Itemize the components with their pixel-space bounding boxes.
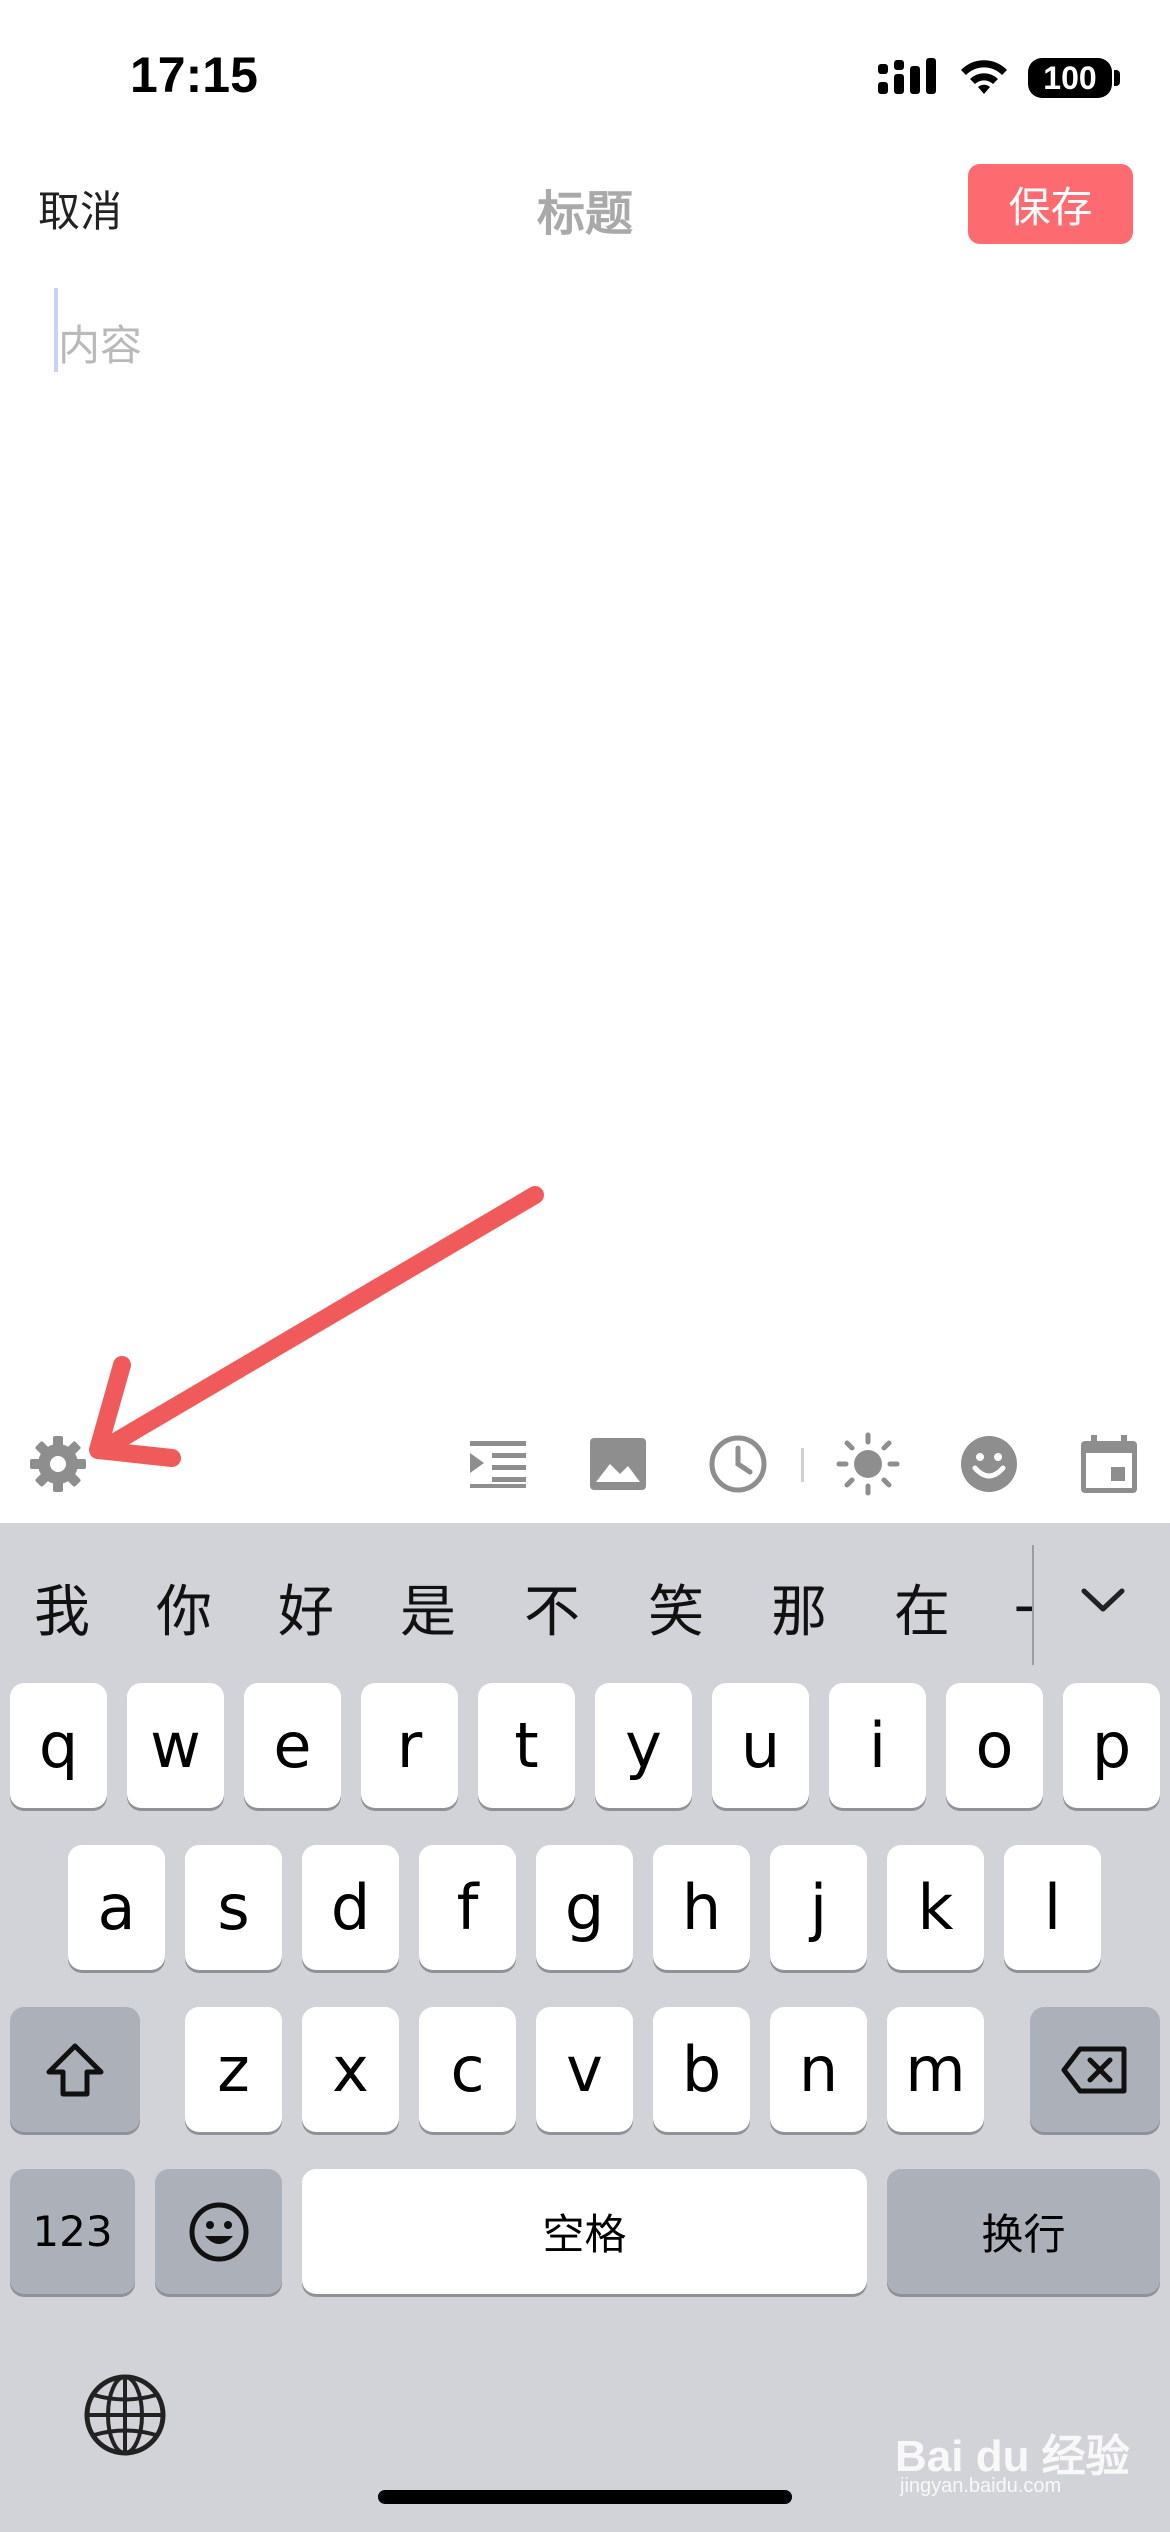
- cellular-signal-icon: [878, 58, 936, 94]
- insert-image-button[interactable]: [586, 1432, 650, 1496]
- key-e[interactable]: e: [244, 1683, 341, 1808]
- key-l[interactable]: l: [1004, 1845, 1101, 1970]
- wifi-icon: [961, 60, 1007, 94]
- status-icons: 100: [878, 52, 1120, 104]
- candidate-divider: [1032, 1545, 1034, 1665]
- key-x[interactable]: x: [302, 2007, 399, 2132]
- key-u[interactable]: u: [712, 1683, 809, 1808]
- key-d[interactable]: d: [302, 1845, 399, 1970]
- candidate-item[interactable]: 不: [524, 1567, 580, 1648]
- battery-level: 100: [1043, 59, 1097, 96]
- key-k[interactable]: k: [887, 1845, 984, 1970]
- key-t[interactable]: t: [478, 1683, 575, 1808]
- shift-arrow-icon: [46, 2043, 104, 2096]
- candidate-item[interactable]: 你: [156, 1567, 212, 1648]
- key-q[interactable]: q: [10, 1683, 107, 1808]
- candidate-item[interactable]: 笑: [648, 1567, 704, 1648]
- battery-indicator: 100: [1028, 58, 1112, 98]
- candidate-item[interactable]: 我: [34, 1567, 90, 1648]
- sun-icon: [836, 1432, 900, 1496]
- key-z[interactable]: z: [185, 2007, 282, 2132]
- insert-time-button[interactable]: [706, 1432, 770, 1496]
- key-s[interactable]: s: [185, 1845, 282, 1970]
- status-bar: 17:15 100: [0, 0, 1170, 150]
- globe-icon[interactable]: [80, 2370, 170, 2460]
- calendar-button[interactable]: [1077, 1432, 1141, 1496]
- indent-icon: [470, 1441, 526, 1488]
- calendar-icon: [1081, 1435, 1137, 1493]
- key-j[interactable]: j: [770, 1845, 867, 1970]
- mood-button[interactable]: [957, 1432, 1021, 1496]
- editor-toolbar: [0, 1418, 1170, 1508]
- key-b[interactable]: b: [653, 2007, 750, 2132]
- keyboard: 我 你 好 是 不 笑 那 在 一 q w e r t y u i o p a …: [0, 1523, 1170, 2532]
- key-p[interactable]: p: [1063, 1683, 1160, 1808]
- candidate-item[interactable]: 一: [1014, 1567, 1032, 1648]
- candidate-item[interactable]: 那: [771, 1567, 827, 1648]
- key-a[interactable]: a: [68, 1845, 165, 1970]
- image-icon: [590, 1438, 646, 1490]
- shift-key[interactable]: [10, 2007, 140, 2132]
- candidate-item[interactable]: 好: [278, 1567, 334, 1648]
- chevron-down-icon[interactable]: [1068, 1569, 1138, 1629]
- gear-icon: [30, 1436, 86, 1492]
- emoji-icon: [189, 2202, 248, 2261]
- save-button[interactable]: 保存: [968, 164, 1133, 244]
- emoji-key[interactable]: [155, 2169, 282, 2294]
- candidate-item[interactable]: 在: [894, 1567, 950, 1648]
- space-key[interactable]: 空格: [302, 2169, 867, 2294]
- key-o[interactable]: o: [946, 1683, 1043, 1808]
- key-n[interactable]: n: [770, 2007, 867, 2132]
- weather-button[interactable]: [836, 1432, 900, 1496]
- key-y[interactable]: y: [595, 1683, 692, 1808]
- home-indicator[interactable]: [378, 2490, 792, 2504]
- key-i[interactable]: i: [829, 1683, 926, 1808]
- key-f[interactable]: f: [419, 1845, 516, 1970]
- status-time: 17:15: [130, 47, 258, 103]
- emoji-icon: [961, 1436, 1017, 1492]
- return-key[interactable]: 换行: [887, 2169, 1160, 2294]
- toolbar-divider: [801, 1448, 804, 1482]
- delete-key[interactable]: [1030, 2007, 1160, 2132]
- indent-button[interactable]: [466, 1432, 530, 1496]
- editor-header: 取消 标题 保存: [0, 160, 1170, 250]
- watermark-url: jingyan.baidu.com: [900, 2475, 1062, 2497]
- key-g[interactable]: g: [536, 1845, 633, 1970]
- clock-icon: [709, 1435, 767, 1493]
- content-editor[interactable]: 内容: [0, 280, 1170, 1380]
- key-v[interactable]: v: [536, 2007, 633, 2132]
- backspace-icon: [1061, 2046, 1127, 2093]
- key-c[interactable]: c: [419, 2007, 516, 2132]
- candidate-bar: 我 你 好 是 不 笑 那 在 一: [0, 1523, 1170, 1683]
- settings-button[interactable]: [26, 1432, 90, 1496]
- battery-tip: [1114, 70, 1120, 86]
- key-h[interactable]: h: [653, 1845, 750, 1970]
- numbers-key[interactable]: 123: [10, 2169, 135, 2294]
- key-w[interactable]: w: [127, 1683, 224, 1808]
- content-placeholder: 内容: [58, 321, 143, 370]
- key-m[interactable]: m: [887, 2007, 984, 2132]
- key-r[interactable]: r: [361, 1683, 458, 1808]
- candidate-item[interactable]: 是: [400, 1567, 456, 1648]
